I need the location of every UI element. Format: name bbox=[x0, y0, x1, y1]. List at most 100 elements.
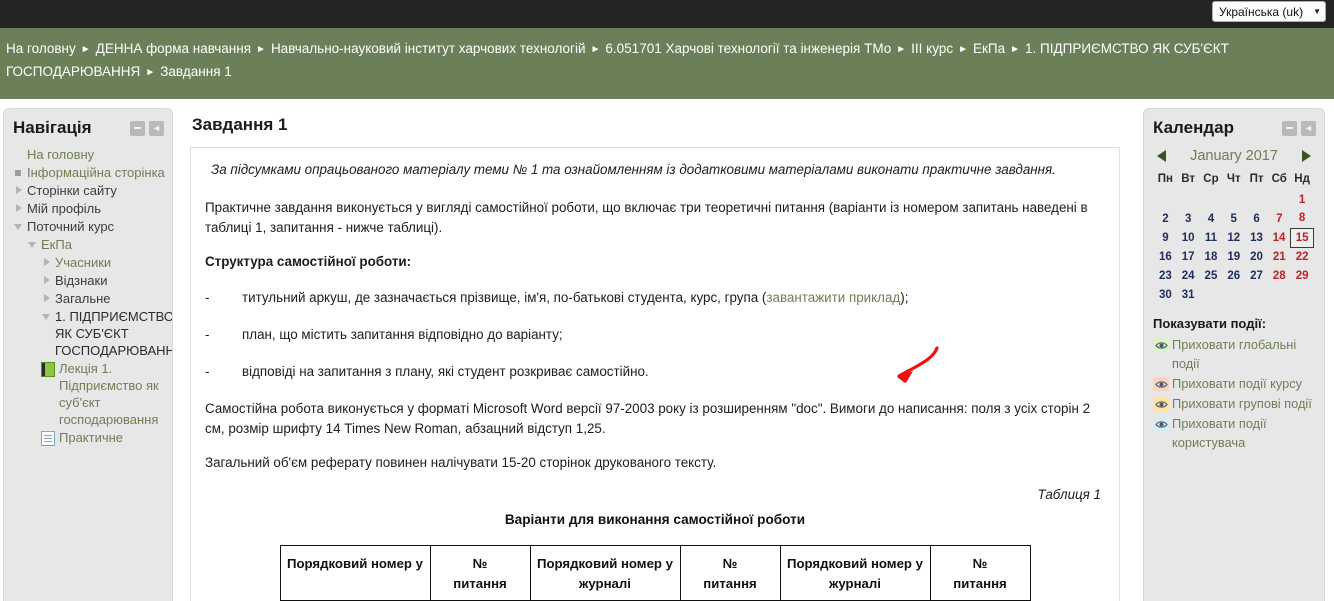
calendar-day-31[interactable]: 31 bbox=[1177, 285, 1200, 304]
dock-icon[interactable]: ◄ bbox=[149, 121, 164, 136]
nav-item-5[interactable]: ЕкПа bbox=[13, 236, 166, 253]
calendar-day-23[interactable]: 23 bbox=[1154, 266, 1177, 285]
calendar-day-16[interactable]: 16 bbox=[1154, 247, 1177, 266]
nav-item-label[interactable]: Поточний курс bbox=[27, 218, 114, 235]
calendar-day-17[interactable]: 17 bbox=[1177, 247, 1200, 266]
structure-bullet-2: -відповіді на запитання з плану, які сту… bbox=[205, 362, 1105, 382]
breadcrumb-separator-icon: ► bbox=[591, 44, 601, 55]
event-filter-row-3[interactable]: Приховати події користувача bbox=[1153, 414, 1318, 452]
prev-month-arrow-icon[interactable] bbox=[1157, 150, 1166, 162]
calendar-day-26[interactable]: 26 bbox=[1222, 266, 1245, 285]
calendar-day-12[interactable]: 12 bbox=[1222, 228, 1245, 247]
eye-icon[interactable] bbox=[1153, 338, 1169, 352]
breadcrumb-item-2[interactable]: Навчально-науковий інститут харчових тех… bbox=[271, 41, 586, 56]
calendar-day-25[interactable]: 25 bbox=[1200, 266, 1223, 285]
nav-item-label[interactable]: Відзнаки bbox=[55, 272, 107, 289]
nav-item-7[interactable]: Відзнаки bbox=[13, 272, 166, 289]
nav-item-11[interactable]: Практичне bbox=[13, 429, 166, 446]
breadcrumb-item-4[interactable]: III курс bbox=[911, 41, 953, 56]
triangle-down[interactable] bbox=[27, 236, 41, 248]
calendar-day-empty bbox=[1268, 190, 1291, 209]
eye-icon[interactable] bbox=[1153, 397, 1169, 411]
nav-item-label[interactable]: На головну bbox=[27, 146, 94, 163]
event-filter-row-1[interactable]: Приховати події курсу bbox=[1153, 374, 1318, 393]
events-filter-list: Приховати глобальні подіїПриховати події… bbox=[1144, 335, 1324, 452]
event-filter-label[interactable]: Приховати групові події bbox=[1172, 394, 1312, 413]
collapse-icon[interactable] bbox=[130, 121, 145, 136]
nav-item-1[interactable]: Інформаційна сторінка bbox=[13, 164, 166, 181]
nav-item-label[interactable]: Інформаційна сторінка bbox=[27, 164, 165, 181]
calendar-day-27[interactable]: 27 bbox=[1245, 266, 1268, 285]
calendar-month-label[interactable]: January 2017 bbox=[1190, 148, 1278, 164]
calendar-weekday-header: Пт bbox=[1245, 170, 1268, 190]
download-example-link[interactable]: завантажити приклад bbox=[766, 290, 900, 305]
calendar-day-6[interactable]: 6 bbox=[1245, 209, 1268, 228]
nav-item-label[interactable]: Лекція 1. Підприємство як суб'єкт господ… bbox=[59, 360, 166, 428]
calendar-day-19[interactable]: 19 bbox=[1222, 247, 1245, 266]
calendar-day-13[interactable]: 13 bbox=[1245, 228, 1268, 247]
nav-item-0[interactable]: На головну bbox=[13, 146, 166, 163]
table-header-cell-5: №питання bbox=[930, 546, 1030, 601]
calendar-day-21[interactable]: 21 bbox=[1268, 247, 1291, 266]
nav-item-label[interactable]: 1. ПІДПРИЄМСТВО ЯК СУБ'ЄКТ ГОСПОДАРЮВАНН… bbox=[55, 308, 173, 359]
calendar-weekday-header: Пн bbox=[1154, 170, 1177, 190]
calendar-day-4[interactable]: 4 bbox=[1200, 209, 1223, 228]
triangle-right[interactable] bbox=[13, 182, 27, 194]
dock-icon[interactable]: ◄ bbox=[1301, 121, 1316, 136]
calendar-day-1[interactable]: 1 bbox=[1291, 190, 1314, 209]
calendar-grid: ПнВтСрЧтПтСбНд 1234567891011121314151617… bbox=[1154, 170, 1314, 304]
nav-item-2[interactable]: Сторінки сайту bbox=[13, 182, 166, 199]
breadcrumb-item-5[interactable]: ЕкПа bbox=[973, 41, 1005, 56]
calendar-day-8[interactable]: 8 bbox=[1291, 209, 1314, 228]
square[interactable] bbox=[13, 164, 27, 176]
nav-item-6[interactable]: Учасники bbox=[13, 254, 166, 271]
eye-icon[interactable] bbox=[1153, 417, 1169, 431]
calendar-day-10[interactable]: 10 bbox=[1177, 228, 1200, 247]
nav-item-label[interactable]: Мій профіль bbox=[27, 200, 101, 217]
triangle-right[interactable] bbox=[41, 290, 55, 302]
nav-item-label[interactable]: Загальне bbox=[55, 290, 111, 307]
calendar-day-7[interactable]: 7 bbox=[1268, 209, 1291, 228]
event-filter-row-2[interactable]: Приховати групові події bbox=[1153, 394, 1318, 413]
nav-item-3[interactable]: Мій профіль bbox=[13, 200, 166, 217]
nav-item-10[interactable]: Лекція 1. Підприємство як суб'єкт господ… bbox=[13, 360, 166, 428]
event-filter-label[interactable]: Приховати глобальні події bbox=[1172, 335, 1318, 373]
triangle-right[interactable] bbox=[13, 200, 27, 212]
language-selector[interactable]: Українська (uk) ▼ bbox=[1212, 1, 1326, 22]
nav-item-8[interactable]: Загальне bbox=[13, 290, 166, 307]
event-filter-label[interactable]: Приховати події користувача bbox=[1172, 414, 1318, 452]
calendar-day-28[interactable]: 28 bbox=[1268, 266, 1291, 285]
breadcrumb-item-3[interactable]: 6.051701 Харчові технології та інженерія… bbox=[605, 41, 891, 56]
nav-item-label[interactable]: ЕкПа bbox=[41, 236, 72, 253]
triangle-down[interactable] bbox=[41, 308, 55, 320]
nav-item-label[interactable]: Учасники bbox=[55, 254, 111, 271]
calendar-day-9[interactable]: 9 bbox=[1154, 228, 1177, 247]
calendar-day-18[interactable]: 18 bbox=[1200, 247, 1223, 266]
event-filter-label[interactable]: Приховати події курсу bbox=[1172, 374, 1302, 393]
calendar-day-24[interactable]: 24 bbox=[1177, 266, 1200, 285]
triangle-right[interactable] bbox=[41, 272, 55, 284]
calendar-day-5[interactable]: 5 bbox=[1222, 209, 1245, 228]
next-month-arrow-icon[interactable] bbox=[1302, 150, 1311, 162]
calendar-day-15[interactable]: 15 bbox=[1291, 228, 1314, 247]
nav-item-4[interactable]: Поточний курс bbox=[13, 218, 166, 235]
collapse-icon[interactable] bbox=[1282, 121, 1297, 136]
calendar-day-30[interactable]: 30 bbox=[1154, 285, 1177, 304]
calendar-day-3[interactable]: 3 bbox=[1177, 209, 1200, 228]
calendar-day-29[interactable]: 29 bbox=[1291, 266, 1314, 285]
calendar-day-11[interactable]: 11 bbox=[1200, 228, 1223, 247]
triangle-down[interactable] bbox=[13, 218, 27, 230]
nav-item-9[interactable]: 1. ПІДПРИЄМСТВО ЯК СУБ'ЄКТ ГОСПОДАРЮВАНН… bbox=[13, 308, 166, 359]
breadcrumb-item-1[interactable]: ДЕННА форма навчання bbox=[96, 41, 251, 56]
breadcrumb-item-0[interactable]: На головну bbox=[6, 41, 76, 56]
calendar-day-22[interactable]: 22 bbox=[1291, 247, 1314, 266]
nav-item-label[interactable]: Практичне bbox=[59, 429, 123, 446]
calendar-day-14[interactable]: 14 bbox=[1268, 228, 1291, 247]
eye-icon[interactable] bbox=[1153, 377, 1169, 391]
nav-item-label[interactable]: Сторінки сайту bbox=[27, 182, 117, 199]
calendar-day-2[interactable]: 2 bbox=[1154, 209, 1177, 228]
calendar-day-20[interactable]: 20 bbox=[1245, 247, 1268, 266]
calendar-day-empty bbox=[1245, 190, 1268, 209]
event-filter-row-0[interactable]: Приховати глобальні події bbox=[1153, 335, 1318, 373]
triangle-right[interactable] bbox=[41, 254, 55, 266]
